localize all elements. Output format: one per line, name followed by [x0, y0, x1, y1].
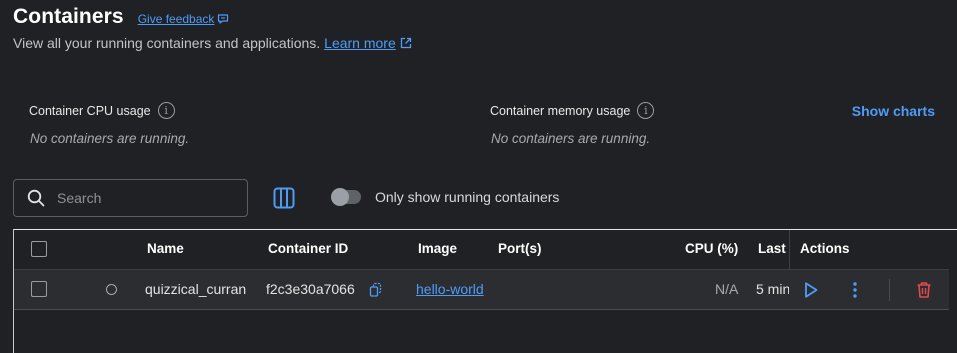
play-icon — [805, 282, 818, 298]
containers-page: Containers Give feedback View all your r… — [0, 0, 957, 353]
running-only-toggle[interactable] — [331, 188, 361, 206]
header: Containers Give feedback — [13, 5, 229, 29]
cpu-usage-title: Container CPU usage — [29, 103, 151, 118]
learn-more-link[interactable]: Learn more — [324, 35, 412, 51]
give-feedback-link[interactable]: Give feedback — [138, 12, 230, 26]
columns-icon — [273, 187, 295, 209]
cpu-usage-empty: No containers are running. — [30, 131, 190, 146]
copy-icon[interactable] — [369, 282, 383, 298]
memory-usage-title: Container memory usage — [490, 103, 631, 118]
running-only-label: Only show running containers — [375, 189, 560, 205]
column-header-cpu[interactable]: CPU (%) — [685, 241, 738, 256]
chat-bubble-icon — [218, 14, 229, 24]
select-all-checkbox[interactable] — [31, 241, 47, 257]
toggle-knob — [331, 188, 349, 206]
actions-column: Actions — [789, 230, 957, 353]
container-cpu: N/A — [715, 281, 739, 297]
column-header-name[interactable]: Name — [147, 241, 184, 256]
columns-button[interactable] — [271, 185, 297, 211]
container-name[interactable]: quizzical_curran — [145, 281, 246, 297]
image-link[interactable]: hello-world — [416, 281, 484, 297]
column-header-ports[interactable]: Port(s) — [498, 241, 542, 256]
search-box[interactable] — [13, 179, 248, 217]
actions-separator — [889, 279, 890, 301]
search-input[interactable] — [57, 190, 237, 206]
delete-button[interactable] — [914, 280, 934, 300]
column-header-image[interactable]: Image — [418, 241, 457, 256]
give-feedback-label: Give feedback — [137, 12, 215, 26]
containers-table: Name Container ID Image Port(s) CPU (%) … — [13, 229, 957, 353]
column-header-last-started[interactable]: Last — [758, 241, 786, 256]
trash-icon — [917, 282, 931, 298]
more-vertical-icon — [853, 282, 857, 298]
image-link-label[interactable]: hello-world — [416, 281, 484, 297]
page-title: Containers — [13, 5, 124, 28]
page-subtitle: View all your running containers and app… — [13, 35, 412, 51]
info-icon[interactable]: i — [157, 102, 175, 119]
more-actions-button[interactable] — [845, 280, 865, 300]
external-link-icon — [400, 37, 411, 49]
row-checkbox[interactable] — [31, 281, 47, 297]
column-header-container-id[interactable]: Container ID — [268, 241, 348, 256]
subtitle-text: View all your running containers and app… — [13, 35, 321, 51]
column-header-actions: Actions — [800, 241, 850, 256]
status-icon — [106, 284, 117, 295]
start-button[interactable] — [801, 280, 821, 300]
learn-more-label: Learn more — [324, 35, 396, 51]
show-charts-button[interactable]: Show charts — [852, 103, 935, 119]
memory-usage-empty: No containers are running. — [491, 131, 651, 146]
container-last-started: 5 min — [756, 281, 791, 297]
memory-usage-label: Container memory usage i — [490, 102, 655, 119]
cpu-usage-label: Container CPU usage i — [29, 102, 175, 119]
info-icon[interactable]: i — [637, 102, 655, 119]
search-icon — [27, 189, 45, 207]
row-actions — [789, 269, 949, 310]
container-id: f2c3e30a7066 — [266, 281, 355, 297]
